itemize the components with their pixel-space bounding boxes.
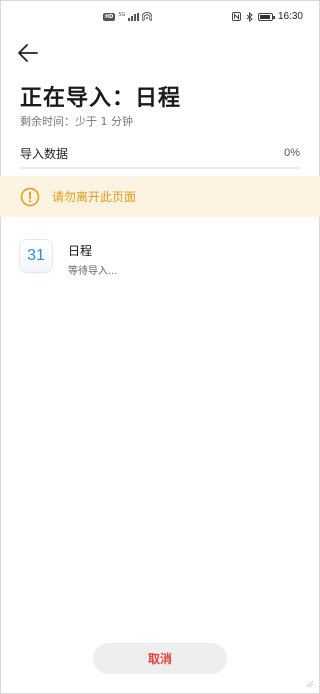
arrow-left-icon[interactable] xyxy=(17,42,41,64)
progress-percent: 0% xyxy=(284,147,300,159)
status-bar-right: 16:30 xyxy=(231,11,303,22)
remaining-time-text: 剩余时间：少于 1 分钟 xyxy=(20,115,133,128)
warning-text: 请勿离开此页面 xyxy=(52,190,137,204)
status-bar: HD 5G 16:30 xyxy=(0,0,320,36)
page-title: 正在导入：日程 xyxy=(20,86,182,111)
progress-bar xyxy=(20,167,300,169)
progress-label: 导入数据 xyxy=(20,146,69,161)
import-item-status: 等待导入... xyxy=(68,266,118,277)
battery-icon xyxy=(257,12,275,21)
calendar-icon: 31 xyxy=(20,240,52,272)
warning-banner: 请勿离开此页面 xyxy=(0,176,320,217)
bluetooth-icon xyxy=(246,11,253,22)
hd-badge-icon: HD xyxy=(103,13,116,21)
cancel-button[interactable]: 取消 xyxy=(93,643,227,674)
import-item-calendar: 31 日程 等待导入... xyxy=(20,240,300,278)
resize-grip-icon xyxy=(306,680,314,688)
progress-row: 导入数据 0% xyxy=(20,145,300,161)
exclamation-circle-icon xyxy=(20,187,40,206)
nfc-icon xyxy=(231,12,241,21)
status-time: 16:30 xyxy=(277,11,303,22)
cellular-signal-icon xyxy=(128,13,140,21)
status-bar-center: HD 5G xyxy=(103,12,153,22)
hotspot-icon xyxy=(142,12,153,22)
import-item-name: 日程 xyxy=(68,244,93,258)
signal-type-label: 5G xyxy=(118,12,126,18)
